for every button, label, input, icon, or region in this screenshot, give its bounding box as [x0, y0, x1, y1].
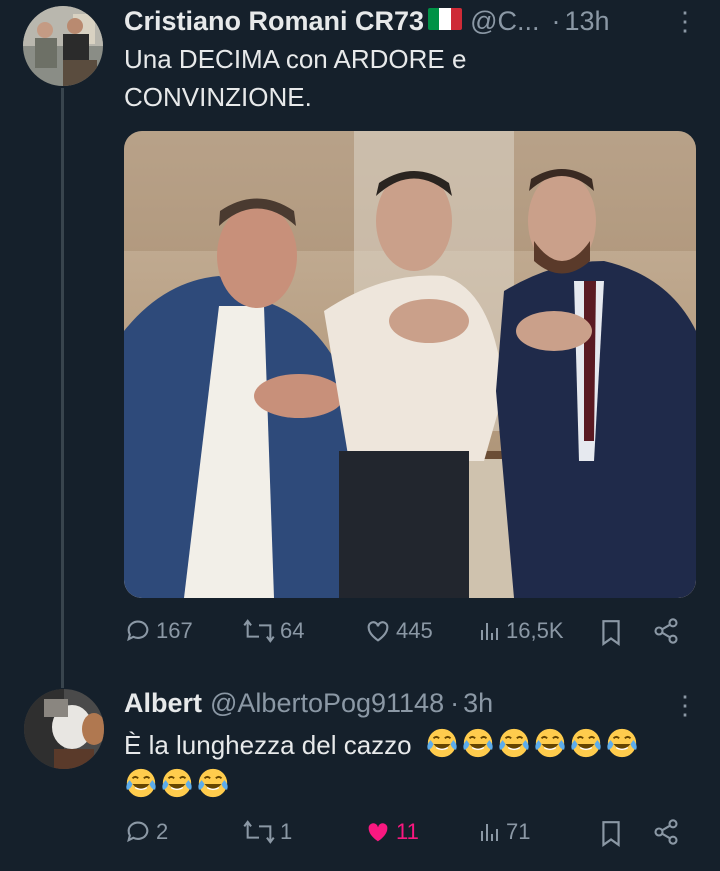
author-avatar[interactable]: [23, 6, 103, 86]
repost-arrows-icon: [243, 820, 275, 844]
views-count: 16,5K: [506, 618, 564, 643]
repost-count: 1: [280, 819, 293, 844]
author-name[interactable]: Cristiano Romani CR73: [124, 6, 424, 37]
share-nodes-icon: [654, 618, 678, 644]
thread-connector-line: [61, 88, 64, 688]
author-handle[interactable]: @C...: [470, 6, 539, 37]
laughing-tears-emoji: [535, 728, 565, 758]
reply-author-avatar[interactable]: [24, 689, 104, 769]
views-button[interactable]: 71: [478, 818, 530, 846]
reply-text-body: È la lunghezza del cazzo: [124, 730, 412, 760]
repost-arrows-icon: [243, 619, 275, 643]
bar-chart-icon: [481, 824, 498, 841]
laughing-tears-emoji: [198, 768, 228, 798]
like-count: 11: [396, 819, 419, 844]
reply-author-handle[interactable]: @AlbertoPog91148: [210, 688, 444, 719]
bookmark-button[interactable]: [598, 818, 624, 848]
italy-flag-icon: [428, 8, 463, 30]
views-count: 71: [506, 819, 531, 844]
share-button[interactable]: [652, 818, 680, 846]
like-button[interactable]: 11: [364, 818, 419, 846]
bar-chart-icon: [481, 623, 498, 640]
reply-count: 167: [156, 618, 193, 643]
share-nodes-icon: [654, 819, 678, 845]
heart-icon: [368, 823, 388, 842]
share-button[interactable]: [652, 617, 680, 645]
reply-more-options-button[interactable]: ⋮: [672, 692, 698, 718]
reply-author-name[interactable]: Albert: [124, 688, 202, 719]
more-options-button[interactable]: ⋮: [672, 8, 698, 34]
reply-action-bar: 2 1 11 71: [124, 818, 684, 858]
laughing-tears-emoji: [571, 728, 601, 758]
reply-button[interactable]: 2: [124, 818, 168, 846]
laughing-tears-emoji: [427, 728, 457, 758]
like-count: 445: [396, 618, 433, 643]
bookmark-button[interactable]: [598, 617, 624, 647]
reply-button[interactable]: 167: [124, 617, 193, 645]
speech-bubble-icon: [127, 620, 149, 642]
tweet-timestamp[interactable]: 13h: [564, 6, 609, 37]
reply-header: Albert @AlbertoPog91148 · 3h: [124, 688, 493, 719]
bookmark-icon: [602, 620, 620, 647]
laughing-tears-emoji: [126, 768, 156, 798]
speech-bubble-icon: [127, 821, 149, 843]
bookmark-icon: [602, 821, 620, 848]
tweet-header: Cristiano Romani CR73 @C... · 13h: [124, 6, 610, 37]
reply-count: 2: [156, 819, 169, 844]
repost-button[interactable]: 1: [242, 818, 292, 846]
laughing-tears-emoji: [162, 768, 192, 798]
laughing-emoji-group: [425, 726, 639, 760]
tweet-text-line: Una DECIMA con ARDORE e: [124, 44, 467, 74]
laughing-emoji-group: [124, 766, 230, 800]
tweet-photo[interactable]: [124, 131, 696, 598]
separator-dot: ·: [551, 6, 561, 36]
reply-text: È la lunghezza del cazzo: [124, 726, 694, 804]
views-button[interactable]: 16,5K: [478, 617, 564, 645]
reply-timestamp[interactable]: 3h: [463, 688, 493, 719]
separator-dot: ·: [450, 688, 460, 718]
tweet-text: Una DECIMA con ARDORE e CONVINZIONE.: [124, 40, 466, 116]
laughing-tears-emoji: [463, 728, 493, 758]
tweet-text-line: CONVINZIONE.: [124, 82, 312, 112]
repost-button[interactable]: 64: [242, 617, 304, 645]
heart-icon: [367, 621, 389, 642]
laughing-tears-emoji: [499, 728, 529, 758]
repost-count: 64: [280, 618, 305, 643]
laughing-tears-emoji: [607, 728, 637, 758]
tweet-action-bar: 167 64 445 16,5K: [124, 617, 684, 657]
like-button[interactable]: 445: [364, 617, 433, 645]
